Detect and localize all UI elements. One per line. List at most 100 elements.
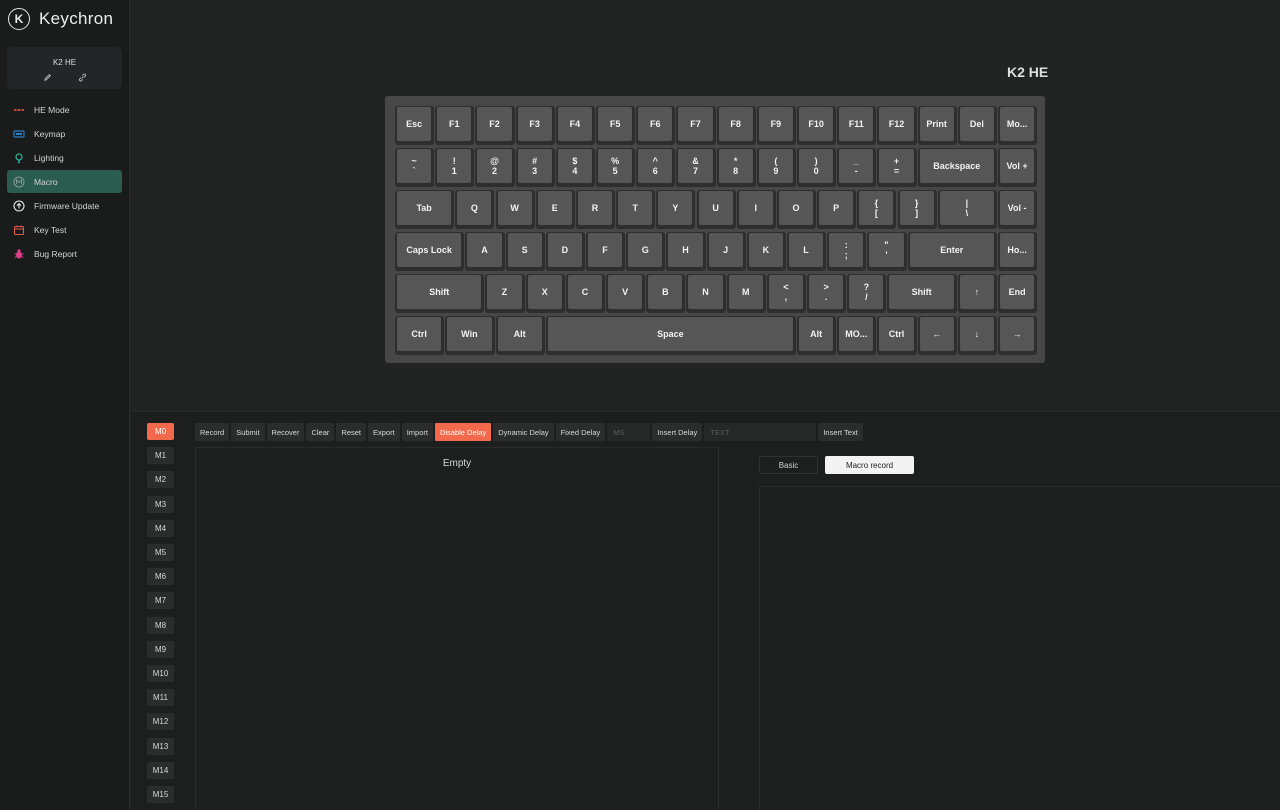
export-button[interactable]: Export <box>368 423 400 441</box>
clear-button[interactable]: Clear <box>306 423 335 441</box>
key-d[interactable]: D <box>545 232 585 271</box>
sidebar-item-lighting[interactable]: Lighting <box>7 146 122 169</box>
macro-m13-button[interactable]: M13 <box>147 737 174 755</box>
key-win[interactable]: Win <box>445 316 495 355</box>
key-w[interactable]: W <box>495 190 535 229</box>
dynamic-delay-button[interactable]: Dynamic Delay <box>493 423 554 441</box>
recover-button[interactable]: Recover <box>266 423 305 441</box>
key-sym-1-11[interactable]: _ - <box>837 148 877 187</box>
key-vol[interactable]: Vol - <box>998 190 1038 229</box>
key-e[interactable]: E <box>535 190 575 229</box>
macro-m7-button[interactable]: M7 <box>147 592 174 610</box>
key-sym-4-8[interactable]: <, <box>766 274 807 313</box>
key-b[interactable]: B <box>646 274 686 313</box>
key-sym-4-12[interactable]: ↑ <box>957 274 997 313</box>
key-sym-4-10[interactable]: ? / <box>847 274 887 313</box>
record-button[interactable]: Record <box>195 423 230 441</box>
insert-text-button[interactable]: Insert Text <box>818 423 863 441</box>
key-alt[interactable]: Alt <box>495 316 545 355</box>
key-f2[interactable]: F2 <box>475 106 515 145</box>
key-2[interactable]: @2 <box>475 148 515 187</box>
macro-m10-button[interactable]: M10 <box>147 665 174 682</box>
fixed-delay-button[interactable]: Fixed Delay <box>555 423 606 441</box>
key-5[interactable]: % 5 <box>596 148 636 187</box>
key-i[interactable]: I <box>736 190 776 229</box>
key-space[interactable]: Space <box>545 316 796 355</box>
macro-m5-button[interactable]: M5 <box>147 544 174 561</box>
key-0[interactable]: ) 0 <box>797 148 837 187</box>
key-k[interactable]: K <box>746 232 786 271</box>
key-caps-lock[interactable]: Caps Lock <box>395 232 465 271</box>
key-o[interactable]: O <box>776 190 817 229</box>
key-f[interactable]: F <box>585 232 626 271</box>
key-9[interactable]: (9 <box>756 148 796 187</box>
macro-m15-button[interactable]: M15 <box>147 786 174 803</box>
key-u[interactable]: U <box>696 190 736 229</box>
import-button[interactable]: Import <box>401 423 433 441</box>
key-f5[interactable]: F5 <box>596 106 636 145</box>
key-f9[interactable]: F9 <box>756 106 796 145</box>
key-f11[interactable]: F11 <box>837 106 877 145</box>
macro-m3-button[interactable]: M3 <box>147 495 174 513</box>
text-input[interactable]: TEXT <box>704 423 817 441</box>
macro-m9-button[interactable]: M9 <box>147 640 174 658</box>
key-x[interactable]: X <box>525 274 565 313</box>
macro-m12-button[interactable]: M12 <box>147 713 174 731</box>
key-sym-2-13[interactable]: | \ <box>937 190 997 229</box>
key-end[interactable]: End <box>998 274 1038 313</box>
key-sym-2-11[interactable]: {[ <box>857 190 897 229</box>
key-f12[interactable]: F12 <box>877 106 917 145</box>
macro-m6-button[interactable]: M6 <box>147 568 174 586</box>
sidebar-item-bug-report[interactable]: Bug Report <box>7 242 122 265</box>
key-m[interactable]: M <box>726 274 766 313</box>
key-q[interactable]: Q <box>455 190 495 229</box>
key-r[interactable]: R <box>575 190 616 229</box>
key-v[interactable]: V <box>606 274 646 313</box>
brand[interactable]: K Keychron <box>8 8 113 30</box>
key-f6[interactable]: F6 <box>636 106 676 145</box>
key-del[interactable]: Del <box>957 106 997 145</box>
key-shift[interactable]: Shift <box>887 274 957 313</box>
key-f8[interactable]: F8 <box>716 106 756 145</box>
key-backspace[interactable]: Backspace <box>917 148 997 187</box>
key-mo[interactable]: Mo... <box>998 106 1038 145</box>
key-ho[interactable]: Ho... <box>998 232 1038 271</box>
key-1[interactable]: ! 1 <box>435 148 475 187</box>
key-n[interactable]: N <box>686 274 726 313</box>
key-ctrl[interactable]: Ctrl <box>877 316 917 355</box>
key-f4[interactable]: F4 <box>555 106 595 145</box>
pencil-icon[interactable] <box>43 73 52 84</box>
sidebar-item-macro[interactable]: Macro <box>7 170 122 193</box>
disable-delay-button[interactable]: Disable Delay <box>434 423 492 441</box>
key-sym-3-11[interactable]: " ' <box>867 232 907 271</box>
key-z[interactable]: Z <box>485 274 525 313</box>
sidebar-item-keymap[interactable]: Keymap <box>7 122 122 145</box>
delay-ms-input[interactable]: MS <box>607 423 651 441</box>
key-print[interactable]: Print <box>917 106 957 145</box>
key-f10[interactable]: F10 <box>797 106 837 145</box>
key-sym-4-9[interactable]: >. <box>807 274 847 313</box>
insert-delay-button[interactable]: Insert Delay <box>652 423 703 441</box>
key-f7[interactable]: F7 <box>676 106 716 145</box>
key-sym-5-8[interactable]: ↓ <box>957 316 997 355</box>
key-sym-1-0[interactable]: ~ ` <box>395 148 435 187</box>
key-sym-3-10[interactable]: :; <box>827 232 867 271</box>
macro-m1-button[interactable]: M1 <box>147 447 174 465</box>
sidebar-item-key-test[interactable]: Key Test <box>7 218 122 241</box>
tab-macro-record[interactable]: Macro record <box>825 456 914 474</box>
key-8[interactable]: * 8 <box>716 148 756 187</box>
key-h[interactable]: H <box>666 232 706 271</box>
macro-m11-button[interactable]: M11 <box>147 689 174 707</box>
macro-m0-button[interactable]: M0 <box>147 423 174 440</box>
key-vol[interactable]: Vol + <box>998 148 1038 187</box>
key-enter[interactable]: Enter <box>907 232 997 271</box>
macro-m14-button[interactable]: M14 <box>147 761 174 779</box>
key-shift[interactable]: Shift <box>395 274 485 313</box>
sidebar-item-he-mode[interactable]: HE Mode <box>7 98 122 121</box>
macro-m8-button[interactable]: M8 <box>147 616 174 634</box>
key-c[interactable]: C <box>565 274 606 313</box>
sidebar-item-firmware-update[interactable]: Firmware Update <box>7 194 122 217</box>
key-sym-1-12[interactable]: + = <box>877 148 917 187</box>
key-a[interactable]: A <box>465 232 505 271</box>
key-sym-5-7[interactable]: ← <box>917 316 957 355</box>
